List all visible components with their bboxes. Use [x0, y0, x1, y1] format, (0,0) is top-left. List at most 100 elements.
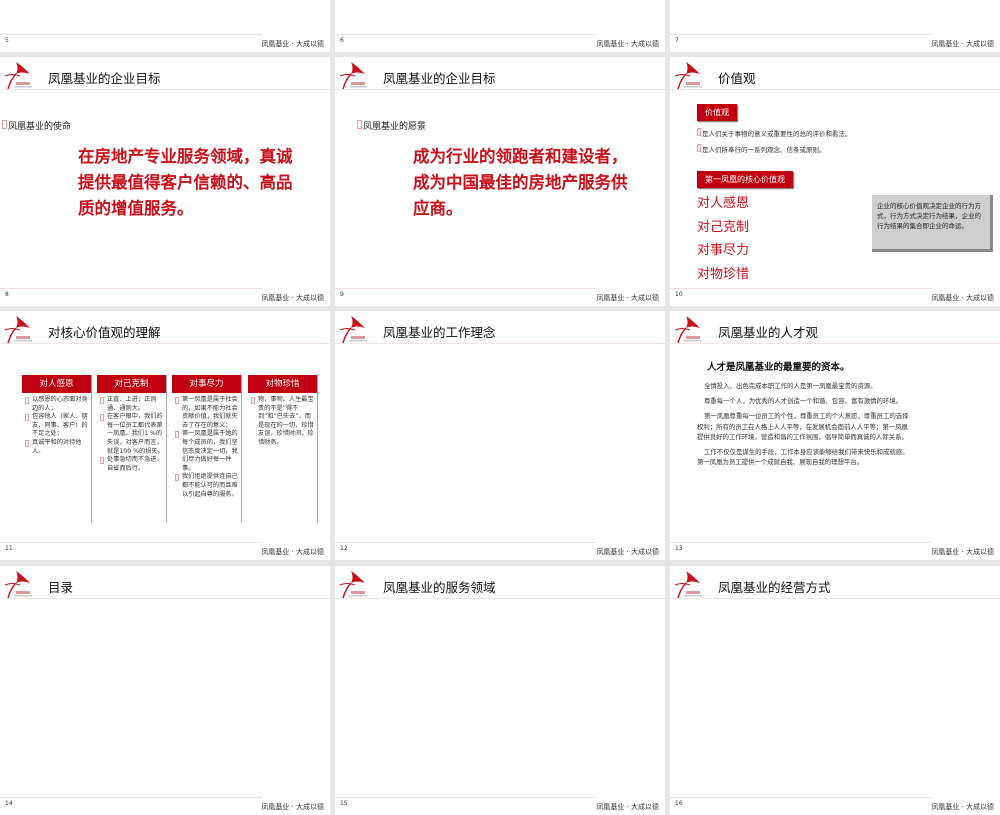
statement-line: 质的增值服务。 [78, 199, 194, 218]
value-column: 对物珍惜 物，事物。人生最宝贵的不是“得不到”和“已失去”，而是现在的一切，珍惜友… [248, 375, 318, 523]
slide-number: 7 [675, 37, 679, 44]
bullet-label: 凤凰基业的愿景 [363, 122, 427, 132]
slide-number: 8 [5, 291, 9, 298]
core-values-list: 对人感恩对己克制对事尽力对物珍惜 [697, 192, 749, 286]
slide-thumbnail-10[interactable]: 价值观 价值观 是人们关于事物的意义或重要性的总的评价和看法。 是人们所奉行的一系列观… [670, 57, 1000, 306]
title-divider [335, 343, 665, 344]
bullet-label: 是人们关于事物的意义或重要性的总的评价和看法。 [702, 130, 852, 138]
footer-divider [335, 288, 597, 289]
footer-slogan: 凤凰基业 · 大成以德 [261, 548, 324, 556]
column-item: 物，事物。人生最宝贵的不是“得不到”和“已失去”，而是现在的一切，珍惜友谊，珍惜… [251, 396, 315, 448]
slide-thumbnail-7[interactable]: 7 凤凰基业 · 大成以德 [670, 0, 1000, 52]
footer-slogan: 凤凰基业 · 大成以德 [261, 803, 324, 811]
footer-slogan: 凤凰基业 · 大成以德 [596, 548, 659, 556]
value-column: 对事尽力第一凤凰是属于社会的，如果不能为社会贡献价值，我们就失去了存在的意义；第… [172, 375, 242, 523]
title-divider [0, 89, 330, 90]
value-column: 对人感恩 以感恩的心态面对身边的人； 包容他人（家人、朋友、同事、客户）的不足之处；… [22, 375, 92, 523]
footer-divider [0, 797, 262, 798]
statement-text: 成为行业的领跑者和建设者， 成为中国最佳的房地产服务供 应商。 [413, 144, 628, 222]
slide-title: 凤凰基业的企业目标 [383, 71, 496, 86]
slide-thumbnail-16[interactable]: 凤凰基业的经营方式 16 凤凰基业 · 大成以德 [670, 566, 1000, 815]
slide-thumbnail-9[interactable]: 凤凰基业的企业目标凤凰基业的愿景成为行业的领跑者和建设者， 成为中国最佳的房地产服… [335, 57, 665, 306]
slide-thumbnail-8[interactable]: 凤凰基业的企业目标凤凰基业的使命在房地产专业服务领域，真诚 提供最值得客户信赖的、… [0, 57, 330, 306]
footer-slogan: 凤凰基业 · 大成以德 [261, 40, 324, 48]
bullet-label: 是人们所奉行的一系列观念、信条或原则。 [702, 146, 826, 154]
definition-bullet: 是人们关于事物的意义或重要性的总的评价和看法。 [697, 128, 852, 138]
column-item: 第一凤凰是属于她的每个成员的，我们坚信态度决定一切，我们尽力做好每一件事。 [175, 430, 239, 473]
column-header: 对事尽力 [172, 375, 241, 393]
footer-divider [0, 288, 262, 289]
column-item: 在客户眼中，我们的每一位员工都代表第一凤凰。我们1 %的失误，对客户而言，就是1… [100, 413, 164, 456]
column-item: 处事急切而不急进，自省而后行。 [100, 456, 164, 473]
phoenix-logo-icon [672, 314, 704, 344]
footer-divider [670, 542, 932, 543]
title-divider [0, 598, 330, 599]
title-divider [670, 89, 1000, 90]
slide-number: 14 [5, 800, 13, 807]
footer-slogan: 凤凰基业 · 大成以德 [596, 803, 659, 811]
slide-thumbnail-12[interactable]: 凤凰基业的工作理念 12 凤凰基业 · 大成以德 [335, 311, 665, 560]
column-item: 真诚平和的对待他人。 [25, 439, 89, 456]
slide-title: 凤凰基业的人才观 [718, 325, 819, 340]
slide-thumbnail-14[interactable]: 目录 14 凤凰基业 · 大成以德 [0, 566, 330, 815]
phoenix-logo-icon [2, 60, 34, 90]
title-divider [670, 598, 1000, 599]
title-divider [0, 343, 330, 344]
footer-divider [670, 288, 932, 289]
footer-slogan: 凤凰基业 · 大成以德 [931, 40, 994, 48]
slide-thumbnail-15[interactable]: 凤凰基业的服务领域 15 凤凰基业 · 大成以德 [335, 566, 665, 815]
column-item: 我们拒绝提供连自己都不能认可的而且难以引起自尊的服务。 [175, 473, 239, 499]
heading: 人才是凤凰基业的最重要的资本。 [707, 362, 850, 373]
core-value: 对人感恩 [697, 196, 750, 211]
slide-number: 5 [5, 37, 9, 44]
slide-title: 凤凰基业的服务领域 [383, 580, 496, 595]
paragraph: 全情投入、出色完成本职工作的人是第一凤凰最宝贵的资源。 [704, 382, 877, 390]
footer-slogan: 凤凰基业 · 大成以德 [931, 803, 994, 811]
slide-thumbnail-11[interactable]: 对核心价值观的理解 对人感恩 以感恩的心态面对身边的人； 包容他人（家人、朋友、同事、… [0, 311, 330, 560]
core-value: 对事尽力 [697, 243, 750, 258]
slide-title: 凤凰基业的经营方式 [718, 580, 831, 595]
slide-title: 凤凰基业的工作理念 [383, 325, 496, 340]
footer-divider [0, 542, 262, 543]
footer-divider [0, 34, 262, 35]
core-value: 对物珍惜 [697, 266, 750, 282]
paragraph: 工作不仅仅是谋生的手段，工作本身应该能够给我们带来快乐和成就感。第一凤凰为员工提… [697, 448, 909, 467]
column-item: 包容他人（家人、朋友、同事、客户）的不足之处； [25, 413, 89, 439]
bullet-text: 凤凰基业的使命 [2, 119, 71, 132]
slide-number: 11 [5, 545, 13, 552]
section-label-box: 第一凤凰的核心价值观 [697, 171, 793, 188]
footer-slogan: 凤凰基业 · 大成以德 [931, 548, 994, 556]
statement-line: 成为行业的领跑者和建设者， [413, 147, 628, 166]
slide-thumbnail-13[interactable]: 凤凰基业的人才观人才是凤凰基业的最重要的资本。全情投入、出色完成本职工作的人是第… [670, 311, 1000, 560]
footer-slogan: 凤凰基业 · 大成以德 [261, 294, 324, 302]
slide-thumbnail-5[interactable]: 5 凤凰基业 · 大成以德 [0, 0, 330, 52]
bullet-label: 凤凰基业的使命 [8, 122, 72, 132]
core-value: 对己克制 [697, 219, 750, 235]
slide-number: 6 [340, 37, 344, 44]
phoenix-logo-icon [2, 314, 34, 344]
statement-line: 提供最值得客户信赖的、高品 [78, 173, 293, 192]
slide-number: 13 [675, 545, 683, 552]
paragraph: 尊重每一个人，为优秀的人才创造一个和谐、包容、富有激情的环境。 [704, 397, 903, 406]
value-column: 对己克制 正直、上进；正则通、通则大。 在客户眼中，我们的每一位员工都代表第一凤凰。… [97, 375, 167, 523]
column-header: 对己克制 [97, 375, 166, 393]
footer-divider [335, 797, 597, 798]
definition-bullet: 是人们所奉行的一系列观念、信条或原则。 [697, 144, 826, 154]
column-header: 对人感恩 [22, 375, 91, 393]
slide-title: 凤凰基业的企业目标 [48, 71, 161, 86]
phoenix-logo-icon [672, 60, 704, 90]
slide-number: 16 [675, 800, 683, 807]
footer-slogan: 凤凰基业 · 大成以德 [596, 40, 659, 48]
footer-slogan: 凤凰基业 · 大成以德 [931, 294, 994, 302]
footer-slogan: 凤凰基业 · 大成以德 [596, 294, 659, 302]
slide-number: 10 [675, 291, 683, 298]
statement-line: 成为中国最佳的房地产服务供 [413, 173, 628, 192]
statement-line: 在房地产专业服务领域，真诚 [78, 147, 293, 166]
footer-divider [670, 34, 932, 35]
column-item: 第一凤凰是属于社会的，如果不能为社会贡献价值，我们就失去了存在的意义； [175, 396, 239, 430]
phoenix-logo-icon [2, 569, 34, 599]
paragraphs: 全情投入、出色完成本职工作的人是第一凤凰最宝贵的资源。尊重每一个人，为优秀的人才… [697, 381, 909, 472]
slide-thumbnail-6[interactable]: 6 凤凰基业 · 大成以德 [335, 0, 665, 52]
bullet-text: 凤凰基业的愿景 [357, 119, 426, 132]
statement-text: 在房地产专业服务领域，真诚 提供最值得客户信赖的、高品 质的增值服务。 [78, 144, 293, 222]
